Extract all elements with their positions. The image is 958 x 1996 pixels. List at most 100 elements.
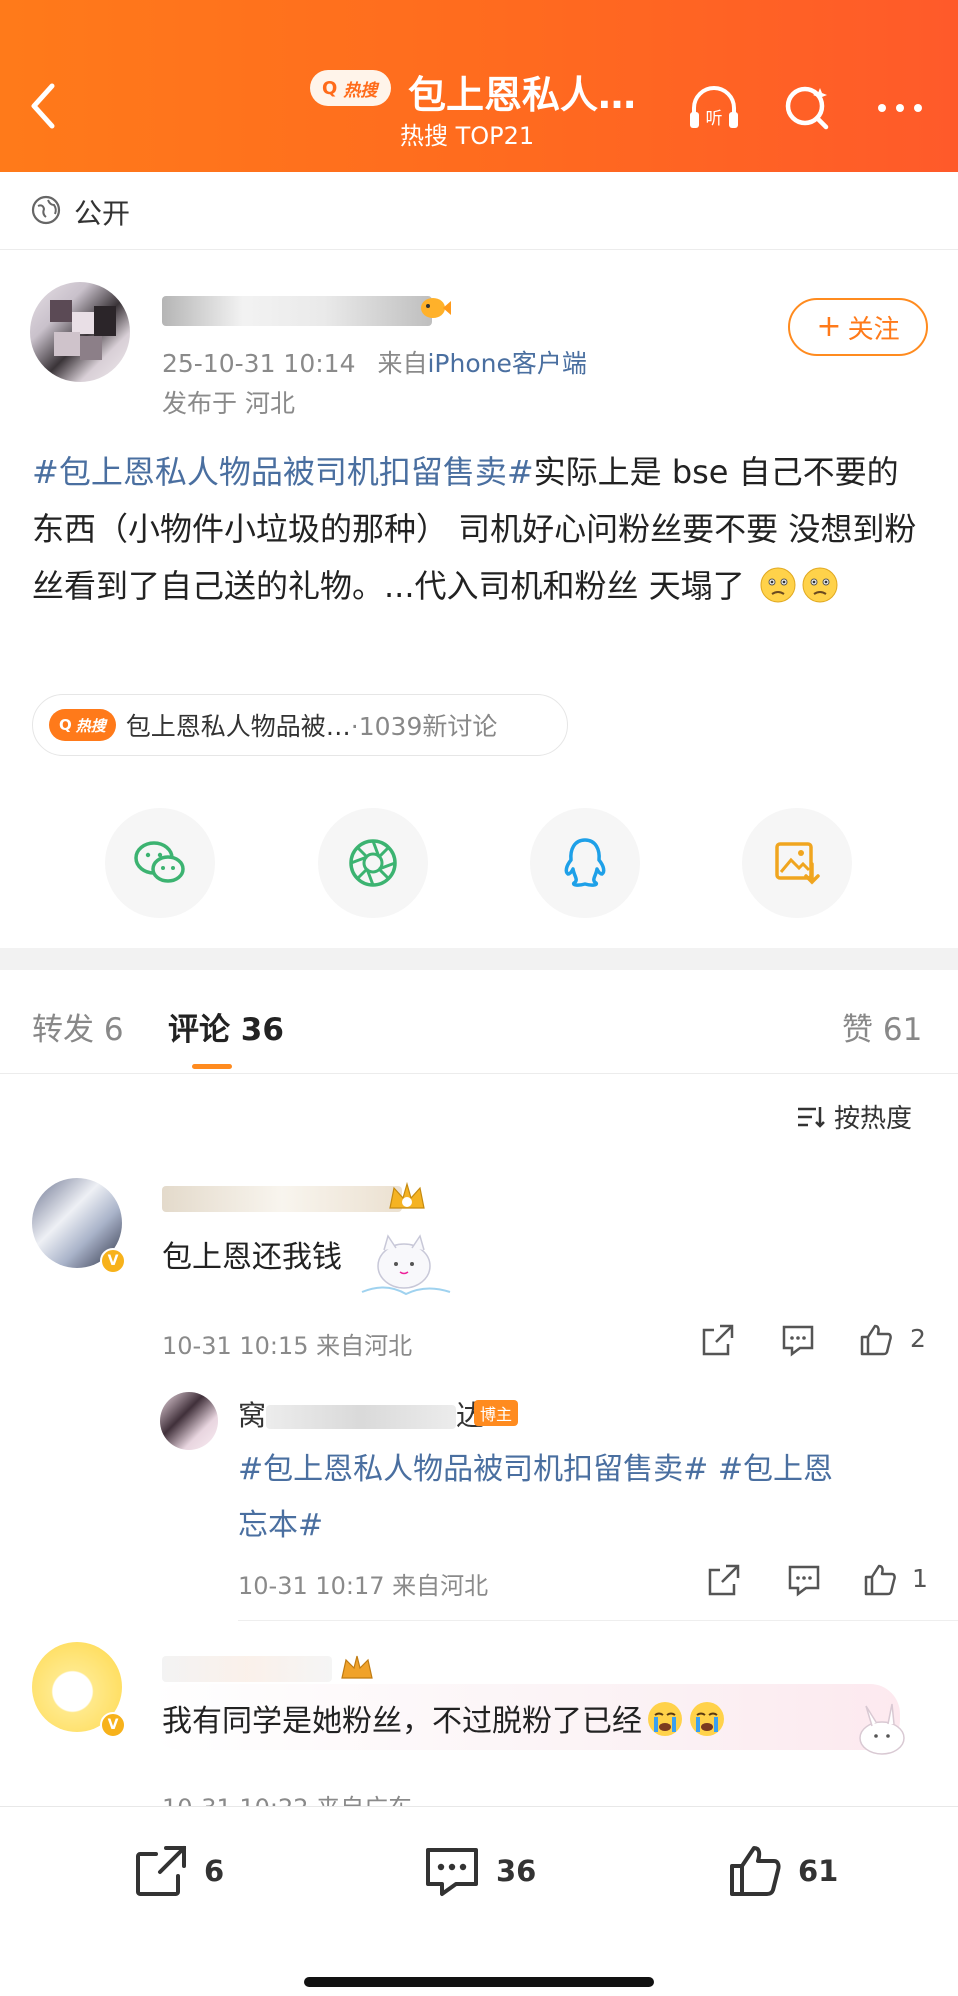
crown-badge-icon (341, 1655, 373, 1679)
search-button[interactable] (778, 78, 838, 138)
reply-name-blurred (266, 1405, 457, 1429)
plus-icon: + (816, 309, 842, 344)
save-image-button[interactable] (742, 808, 852, 918)
share-icon[interactable] (700, 1322, 736, 1358)
post-source-prefix: 来自 (377, 349, 428, 378)
verified-badge: V (100, 1248, 126, 1274)
post-hashtag[interactable]: #包上恩私人物品被司机扣留售卖# (32, 453, 534, 491)
comment-button[interactable]: 36 (422, 1841, 536, 1901)
author-avatar[interactable] (30, 282, 130, 382)
reply-name-start: 窝 (238, 1399, 267, 1432)
comment-text: 我有同学是她粉丝，不过脱粉了已经 (162, 1696, 726, 1740)
cat-sticker-icon (361, 1234, 451, 1296)
post-content: #包上恩私人物品被司机扣留售卖#实际上是 bse 自己不要的东西（小物件小垃圾的… (32, 444, 922, 615)
rabbit-sticker-icon (859, 1703, 905, 1755)
listen-button[interactable]: 听 (684, 78, 744, 138)
interaction-tabs: 转发 6 评论 36 赞 61 (0, 970, 958, 1074)
share-wechat-button[interactable] (105, 808, 215, 918)
topic-chip-title: 包上恩私人物品被… (125, 712, 351, 741)
save-image-icon (775, 842, 820, 885)
repost-button[interactable]: 6 (132, 1841, 224, 1901)
follow-button[interactable]: + 关注 (788, 298, 928, 356)
comment-icon[interactable] (780, 1322, 816, 1358)
fish-badge-icon (421, 298, 451, 318)
sad-emoji-icon (760, 567, 796, 603)
verified-badge: V (100, 1712, 126, 1738)
bottom-action-bar: 6 36 61 (0, 1806, 958, 1996)
weibo-post-page: Q 热搜 包上恩私人… 热搜 TOP21 听 公开 25-10-31 10:14… (0, 0, 958, 1996)
commenter-name-blurred[interactable] (162, 1656, 332, 1682)
active-tab-indicator (192, 1064, 232, 1069)
like-icon[interactable] (862, 1562, 898, 1598)
sort-button[interactable]: 按热度 (796, 1098, 912, 1135)
chip-badge-label: 热搜 (75, 716, 106, 735)
comment-actions: 2 (700, 1322, 930, 1362)
hot-search-badge: Q 热搜 (310, 70, 392, 106)
like-count: 1 (912, 1564, 928, 1593)
topic-chip-count: ·1039新讨论 (350, 712, 498, 741)
comment-icon[interactable] (786, 1562, 822, 1598)
topic-chip-text: 包上恩私人物品被…·1039新讨论 (126, 707, 498, 743)
comment-count: 36 (496, 1854, 537, 1888)
reply-avatar[interactable] (160, 1392, 218, 1450)
section-divider (0, 948, 958, 970)
back-button[interactable] (22, 78, 66, 134)
home-indicator (304, 1977, 654, 1987)
share-row (0, 808, 958, 918)
headphones-icon: 听 (690, 86, 738, 129)
reply-author-name[interactable]: 窝达 (238, 1394, 484, 1434)
like-button[interactable]: 61 (726, 1841, 838, 1901)
sort-label: 按热度 (834, 1104, 913, 1134)
search-icon (785, 86, 829, 130)
repost-count: 6 (204, 1854, 225, 1888)
crying-emoji-icon (648, 1702, 682, 1736)
share-icon[interactable] (706, 1562, 742, 1598)
visibility-row: 公开 (0, 172, 958, 250)
search-icon: Q (322, 77, 338, 99)
comment-icon (426, 1848, 478, 1896)
reply-hashtag-2[interactable]: #包上恩 (718, 1452, 833, 1487)
share-moments-button[interactable] (318, 808, 428, 918)
reply-text: #包上恩私人物品被司机扣留售卖# #包上恩 忘本# (238, 1442, 928, 1554)
hot-topic-chip[interactable]: Q 热搜 包上恩私人物品被…·1039新讨论 (32, 694, 568, 756)
share-icon (136, 1846, 186, 1896)
visibility-label: 公开 (74, 197, 131, 230)
qq-icon (564, 838, 606, 887)
share-qq-button[interactable] (530, 808, 640, 918)
reply-hashtag-2-cont[interactable]: 忘本# (238, 1508, 323, 1543)
author-name-blurred[interactable] (162, 296, 432, 326)
follow-label: 关注 (847, 314, 900, 345)
moments-icon (349, 839, 397, 887)
comment-text-body: 我有同学是她粉丝，不过脱粉了已经 (162, 1704, 642, 1739)
tab-likes[interactable]: 赞 61 (842, 1004, 922, 1049)
search-icon: Q (59, 716, 72, 734)
post-meta: 25-10-31 10:14 来自iPhone客户端 (162, 344, 587, 380)
comment-text: 包上恩还我钱 (162, 1240, 342, 1275)
like-count: 61 (798, 1854, 839, 1888)
hot-badge-label: 热搜 (343, 80, 378, 101)
post-location: 发布于 河北 (162, 389, 295, 418)
tab-repost[interactable]: 转发 6 (32, 1004, 124, 1049)
sad-emoji-icon (802, 567, 838, 603)
commenter-name-blurred[interactable] (162, 1186, 402, 1212)
crying-emoji-icon (690, 1702, 724, 1736)
blogger-badge: 博主 (474, 1400, 519, 1426)
tab-comments[interactable]: 评论 36 (168, 1004, 284, 1049)
reply-actions: 1 (706, 1562, 930, 1602)
like-icon[interactable] (858, 1322, 894, 1358)
comment-separator (238, 1620, 958, 1621)
globe-icon (31, 195, 61, 225)
like-icon (730, 1846, 781, 1896)
more-button[interactable] (870, 78, 930, 138)
topic-title-area[interactable]: Q 热搜 包上恩私人… 热搜 TOP21 (300, 62, 720, 152)
reply-hashtag-1[interactable]: #包上恩私人物品被司机扣留售卖# (238, 1452, 708, 1487)
comment-meta: 10-31 10:15 来自河北 (162, 1332, 413, 1360)
post-source[interactable]: iPhone客户端 (427, 349, 586, 378)
post-timestamp: 25-10-31 10:14 (162, 349, 356, 378)
sort-icon (798, 1106, 825, 1128)
more-icon (878, 104, 922, 112)
crown-badge-icon (389, 1181, 425, 1209)
page-subtitle: 热搜 TOP21 (400, 122, 535, 150)
svg-text:听: 听 (706, 109, 723, 129)
hot-search-badge: Q 热搜 (49, 709, 116, 741)
